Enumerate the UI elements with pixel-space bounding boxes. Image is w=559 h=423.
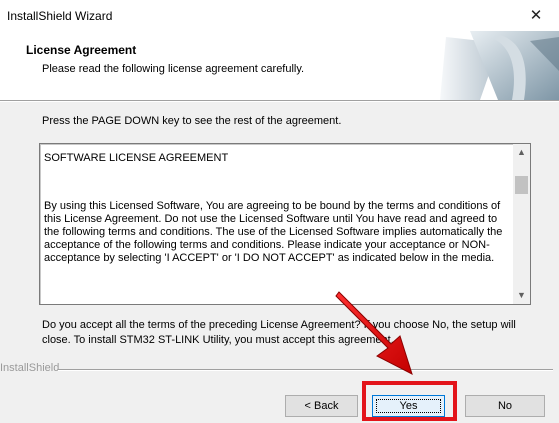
installshield-window: InstallShield Wizard ✕ License Agreement…	[0, 0, 559, 423]
instruction-text: Press the PAGE DOWN key to see the rest …	[42, 115, 342, 127]
scroll-up-icon[interactable]: ▲	[513, 144, 530, 161]
vertical-scrollbar[interactable]: ▲ ▼	[513, 144, 530, 304]
close-icon[interactable]: ✕	[513, 0, 559, 31]
installshield-brand-label: InstallShield	[0, 362, 60, 374]
window-title: InstallShield Wizard	[7, 9, 113, 23]
footer-divider	[58, 369, 553, 371]
back-button[interactable]: < Back	[285, 395, 358, 417]
header-divider	[0, 100, 559, 102]
page-title: License Agreement	[26, 43, 137, 57]
scrollbar-thumb[interactable]	[515, 176, 528, 194]
accept-question-text: Do you accept all the terms of the prece…	[42, 319, 516, 346]
license-body: By using this Licensed Software, You are…	[44, 200, 503, 264]
scroll-down-icon[interactable]: ▼	[513, 287, 530, 304]
wizard-header: License Agreement Please read the follow…	[0, 31, 559, 100]
page-subtitle: Please read the following license agreem…	[42, 63, 305, 75]
title-bar[interactable]: InstallShield Wizard ✕	[0, 0, 559, 31]
license-text-box[interactable]: SOFTWARE LICENSE AGREEMENT By using this…	[39, 143, 531, 305]
wizard-banner-graphic	[440, 31, 559, 100]
license-heading: SOFTWARE LICENSE AGREEMENT	[44, 152, 229, 164]
yes-button[interactable]: Yes	[372, 395, 445, 417]
no-button[interactable]: No	[465, 395, 545, 417]
